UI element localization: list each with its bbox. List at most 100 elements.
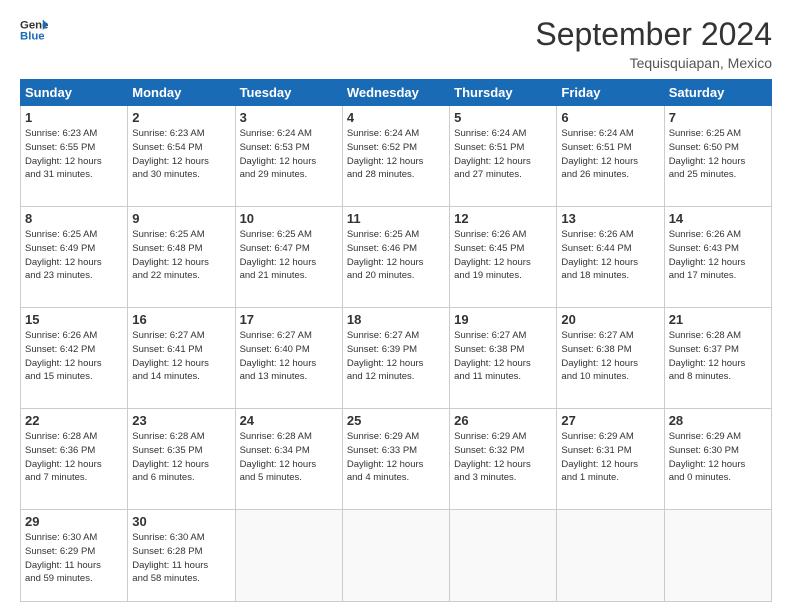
day-number: 11 [347,211,445,226]
day-number: 3 [240,110,338,125]
day-number: 6 [561,110,659,125]
day-number: 1 [25,110,123,125]
day-cell-10: 10 Sunrise: 6:25 AMSunset: 6:47 PMDaylig… [235,207,342,308]
day-number: 5 [454,110,552,125]
empty-cell [557,510,664,602]
day-number: 4 [347,110,445,125]
week-row-1: 1 Sunrise: 6:23 AMSunset: 6:55 PMDayligh… [21,106,772,207]
logo: General Blue [20,16,48,44]
page: General Blue September 2024 Tequisquiapa… [0,0,792,612]
day-number: 30 [132,514,230,529]
day-cell-3: 3 Sunrise: 6:24 AMSunset: 6:53 PMDayligh… [235,106,342,207]
day-cell-1: 1 Sunrise: 6:23 AMSunset: 6:55 PMDayligh… [21,106,128,207]
day-cell-12: 12 Sunrise: 6:26 AMSunset: 6:45 PMDaylig… [450,207,557,308]
logo-icon: General Blue [20,16,48,44]
day-info: Sunrise: 6:25 AMSunset: 6:48 PMDaylight:… [132,228,230,283]
day-number: 9 [132,211,230,226]
empty-cell [235,510,342,602]
calendar-header-row: Sunday Monday Tuesday Wednesday Thursday… [21,80,772,106]
day-number: 28 [669,413,767,428]
day-info: Sunrise: 6:27 AMSunset: 6:38 PMDaylight:… [454,329,552,384]
day-cell-4: 4 Sunrise: 6:24 AMSunset: 6:52 PMDayligh… [342,106,449,207]
day-info: Sunrise: 6:29 AMSunset: 6:31 PMDaylight:… [561,430,659,485]
day-cell-11: 11 Sunrise: 6:25 AMSunset: 6:46 PMDaylig… [342,207,449,308]
day-number: 25 [347,413,445,428]
day-cell-2: 2 Sunrise: 6:23 AMSunset: 6:54 PMDayligh… [128,106,235,207]
day-cell-23: 23 Sunrise: 6:28 AMSunset: 6:35 PMDaylig… [128,409,235,510]
day-info: Sunrise: 6:26 AMSunset: 6:43 PMDaylight:… [669,228,767,283]
day-info: Sunrise: 6:27 AMSunset: 6:38 PMDaylight:… [561,329,659,384]
day-cell-28: 28 Sunrise: 6:29 AMSunset: 6:30 PMDaylig… [664,409,771,510]
empty-cell [664,510,771,602]
day-number: 15 [25,312,123,327]
day-number: 12 [454,211,552,226]
week-row-4: 22 Sunrise: 6:28 AMSunset: 6:36 PMDaylig… [21,409,772,510]
day-info: Sunrise: 6:28 AMSunset: 6:36 PMDaylight:… [25,430,123,485]
col-wednesday: Wednesday [342,80,449,106]
day-number: 20 [561,312,659,327]
day-info: Sunrise: 6:24 AMSunset: 6:52 PMDaylight:… [347,127,445,182]
day-cell-19: 19 Sunrise: 6:27 AMSunset: 6:38 PMDaylig… [450,308,557,409]
day-number: 22 [25,413,123,428]
day-cell-26: 26 Sunrise: 6:29 AMSunset: 6:32 PMDaylig… [450,409,557,510]
day-info: Sunrise: 6:24 AMSunset: 6:51 PMDaylight:… [454,127,552,182]
week-row-5: 29 Sunrise: 6:30 AMSunset: 6:29 PMDaylig… [21,510,772,602]
header: General Blue September 2024 Tequisquiapa… [20,16,772,71]
day-cell-6: 6 Sunrise: 6:24 AMSunset: 6:51 PMDayligh… [557,106,664,207]
day-info: Sunrise: 6:29 AMSunset: 6:32 PMDaylight:… [454,430,552,485]
day-info: Sunrise: 6:27 AMSunset: 6:39 PMDaylight:… [347,329,445,384]
day-info: Sunrise: 6:26 AMSunset: 6:42 PMDaylight:… [25,329,123,384]
day-cell-29: 29 Sunrise: 6:30 AMSunset: 6:29 PMDaylig… [21,510,128,602]
title-block: September 2024 Tequisquiapan, Mexico [535,16,772,71]
day-info: Sunrise: 6:28 AMSunset: 6:35 PMDaylight:… [132,430,230,485]
col-monday: Monday [128,80,235,106]
day-number: 13 [561,211,659,226]
day-number: 29 [25,514,123,529]
day-info: Sunrise: 6:26 AMSunset: 6:44 PMDaylight:… [561,228,659,283]
day-info: Sunrise: 6:23 AMSunset: 6:54 PMDaylight:… [132,127,230,182]
day-cell-30: 30 Sunrise: 6:30 AMSunset: 6:28 PMDaylig… [128,510,235,602]
col-friday: Friday [557,80,664,106]
col-sunday: Sunday [21,80,128,106]
day-number: 26 [454,413,552,428]
day-cell-8: 8 Sunrise: 6:25 AMSunset: 6:49 PMDayligh… [21,207,128,308]
calendar-table: Sunday Monday Tuesday Wednesday Thursday… [20,79,772,602]
day-cell-15: 15 Sunrise: 6:26 AMSunset: 6:42 PMDaylig… [21,308,128,409]
col-saturday: Saturday [664,80,771,106]
day-number: 14 [669,211,767,226]
day-info: Sunrise: 6:24 AMSunset: 6:51 PMDaylight:… [561,127,659,182]
day-info: Sunrise: 6:25 AMSunset: 6:47 PMDaylight:… [240,228,338,283]
day-info: Sunrise: 6:26 AMSunset: 6:45 PMDaylight:… [454,228,552,283]
day-cell-24: 24 Sunrise: 6:28 AMSunset: 6:34 PMDaylig… [235,409,342,510]
svg-text:Blue: Blue [20,31,45,43]
day-cell-27: 27 Sunrise: 6:29 AMSunset: 6:31 PMDaylig… [557,409,664,510]
day-info: Sunrise: 6:28 AMSunset: 6:34 PMDaylight:… [240,430,338,485]
week-row-3: 15 Sunrise: 6:26 AMSunset: 6:42 PMDaylig… [21,308,772,409]
week-row-2: 8 Sunrise: 6:25 AMSunset: 6:49 PMDayligh… [21,207,772,308]
day-cell-7: 7 Sunrise: 6:25 AMSunset: 6:50 PMDayligh… [664,106,771,207]
day-cell-16: 16 Sunrise: 6:27 AMSunset: 6:41 PMDaylig… [128,308,235,409]
day-cell-13: 13 Sunrise: 6:26 AMSunset: 6:44 PMDaylig… [557,207,664,308]
day-cell-17: 17 Sunrise: 6:27 AMSunset: 6:40 PMDaylig… [235,308,342,409]
day-info: Sunrise: 6:29 AMSunset: 6:30 PMDaylight:… [669,430,767,485]
day-number: 27 [561,413,659,428]
day-info: Sunrise: 6:30 AMSunset: 6:28 PMDaylight:… [132,531,230,586]
empty-cell [342,510,449,602]
day-cell-5: 5 Sunrise: 6:24 AMSunset: 6:51 PMDayligh… [450,106,557,207]
day-number: 2 [132,110,230,125]
col-tuesday: Tuesday [235,80,342,106]
day-info: Sunrise: 6:24 AMSunset: 6:53 PMDaylight:… [240,127,338,182]
day-number: 17 [240,312,338,327]
day-number: 18 [347,312,445,327]
day-info: Sunrise: 6:25 AMSunset: 6:49 PMDaylight:… [25,228,123,283]
day-info: Sunrise: 6:28 AMSunset: 6:37 PMDaylight:… [669,329,767,384]
day-info: Sunrise: 6:25 AMSunset: 6:46 PMDaylight:… [347,228,445,283]
day-info: Sunrise: 6:25 AMSunset: 6:50 PMDaylight:… [669,127,767,182]
day-number: 19 [454,312,552,327]
day-cell-9: 9 Sunrise: 6:25 AMSunset: 6:48 PMDayligh… [128,207,235,308]
day-cell-14: 14 Sunrise: 6:26 AMSunset: 6:43 PMDaylig… [664,207,771,308]
day-cell-20: 20 Sunrise: 6:27 AMSunset: 6:38 PMDaylig… [557,308,664,409]
day-number: 24 [240,413,338,428]
month-title: September 2024 [535,16,772,53]
day-cell-18: 18 Sunrise: 6:27 AMSunset: 6:39 PMDaylig… [342,308,449,409]
